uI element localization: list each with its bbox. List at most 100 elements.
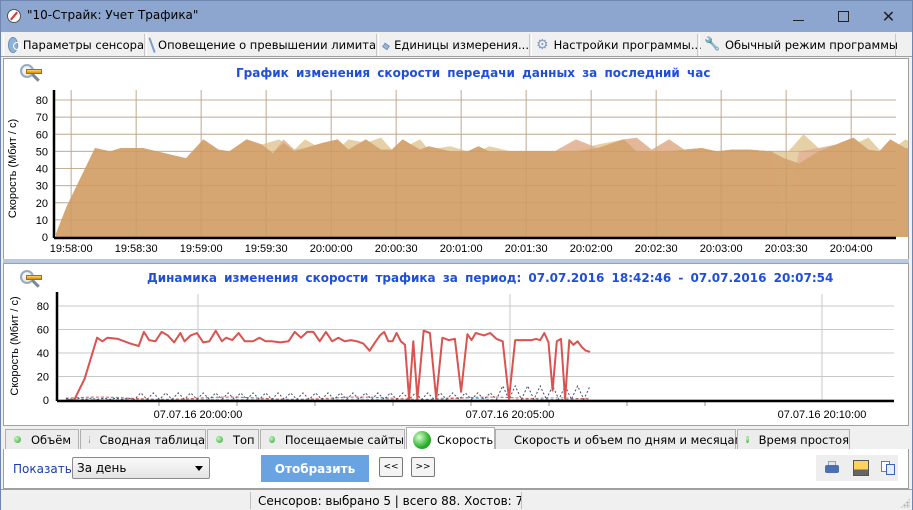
units-label: Единицы измерения... <box>394 38 529 52</box>
copy-icon[interactable] <box>880 460 896 476</box>
chevron-down-icon <box>195 466 203 471</box>
x-tick-label: 07.07.16 20:05:00 <box>466 409 555 421</box>
x-tick-label: 07.07.16 20:10:00 <box>778 409 867 421</box>
x-tick-label: 19:59:00 <box>180 243 223 255</box>
y-tick-label: 70 <box>36 112 48 124</box>
period-select[interactable]: За день <box>72 457 210 479</box>
title-bar: "10-Страйк: Учет Трафика" ✕ <box>1 1 912 32</box>
y-tick-label: 30 <box>36 181 48 193</box>
x-tick-label: 20:04:00 <box>830 243 873 255</box>
hourly-speed-chart: 0 10 20 30 40 50 60 70 80 19:58:00 19:58:30 19:59:0… <box>7 90 908 255</box>
units-button[interactable]: Единицы измерения... <box>378 34 530 56</box>
y-tick-label: 60 <box>36 129 48 141</box>
limit-alert-label: Оповещение о превышении лимита <box>158 38 376 52</box>
tab-downtime[interactable]: Время простоя <box>737 429 850 449</box>
y-tick-label: 40 <box>36 164 48 176</box>
save-icon[interactable] <box>853 460 869 476</box>
normal-mode-label: Обычный режим программы <box>725 38 898 52</box>
tab-top[interactable]: Топ <box>207 429 259 449</box>
close-icon: ✕ <box>881 6 896 26</box>
bell-icon <box>148 37 156 53</box>
status-dot-icon <box>413 430 431 449</box>
line-series-total-speed <box>65 329 591 401</box>
print-icon[interactable] <box>824 460 840 476</box>
limit-alert-button[interactable]: Оповещение о превышении лимита <box>146 34 377 56</box>
window-title: "10-Страйк: Учет Трафика" <box>27 8 199 22</box>
status-dot-icon <box>746 436 749 443</box>
status-dot-icon <box>14 436 21 443</box>
app-logo-icon <box>7 9 21 23</box>
program-settings-label: Настройки программы... <box>553 38 702 52</box>
x-tick-label: 20:03:30 <box>765 243 808 255</box>
tab-speed-volume-by-days-months[interactable]: Скорость и объем по дням и месяцам <box>495 429 743 449</box>
minimize-icon <box>793 19 804 21</box>
x-tick-label: 19:58:30 <box>115 243 158 255</box>
sensor-params-button[interactable]: Параметры сенсора <box>3 34 145 56</box>
ruler-icon <box>382 42 391 50</box>
prev-period-button[interactable]: << <box>379 457 403 477</box>
y-tick-label: 10 <box>36 215 48 227</box>
x-tick-label: 20:00:00 <box>310 243 353 255</box>
y-tick-label: 80 <box>36 95 48 107</box>
tab-label: Скорость <box>437 432 494 447</box>
status-text: Сенсоров: выбрано 5 | всего 88. Хостов: … <box>258 494 524 508</box>
status-separator <box>250 492 251 509</box>
maximize-button[interactable] <box>821 1 866 31</box>
next-period-button[interactable]: >> <box>411 457 435 477</box>
tab-label: Топ <box>233 432 255 447</box>
tools-icon: 🔧 <box>704 37 721 52</box>
x-tick-label: 20:00:30 <box>375 243 418 255</box>
tab-summary-table[interactable]: Сводная таблица <box>80 429 206 449</box>
resize-grip[interactable] <box>900 498 910 508</box>
view-tabs: Объём Сводная таблица Топ Посещаемые сай… <box>3 427 909 451</box>
y-tick-label: 20 <box>36 198 48 210</box>
y-tick-label: 80 <box>37 301 49 313</box>
app-window: "10-Страйк: Учет Трафика" ✕ Параметры се… <box>0 0 913 510</box>
maximize-icon <box>838 10 849 22</box>
x-tick-label: 07.07.16 20:00:00 <box>154 409 243 421</box>
x-tick-label: 20:03:00 <box>700 243 743 255</box>
minimize-button[interactable] <box>776 1 821 31</box>
tab-label: Сводная таблица <box>99 432 205 447</box>
y-axis-label: Скорость (Мбит / с) <box>9 296 21 395</box>
y-tick-label: 60 <box>37 325 49 337</box>
tab-label: Посещаемые сайты <box>284 432 404 447</box>
y-axis-label: Скорость (Мбит / с) <box>7 119 19 218</box>
y-tick-label: 0 <box>42 232 48 244</box>
display-button[interactable]: Отобразить <box>261 455 369 482</box>
tab-label: Объём <box>31 432 72 447</box>
normal-mode-button[interactable]: 🔧 Обычный режим программы <box>699 34 898 56</box>
y-tick-label: 0 <box>43 395 49 407</box>
tab-speed[interactable]: Скорость <box>406 427 495 451</box>
status-dot-icon <box>89 436 90 443</box>
period-speed-chart-panel: Динамика изменения скорости трафика за п… <box>3 263 909 426</box>
status-dot-icon <box>216 436 223 443</box>
show-label: Показать <box>13 462 72 476</box>
gears-icon: ⚙ <box>536 37 549 53</box>
export-tools <box>816 455 898 481</box>
toolbar: Параметры сенсора Оповещение о превышени… <box>1 32 912 57</box>
y-tick-label: 50 <box>36 146 48 158</box>
sensor-icon <box>8 37 21 53</box>
tab-volume[interactable]: Объём <box>5 429 79 449</box>
close-button[interactable]: ✕ <box>866 1 911 31</box>
sensor-params-label: Параметры сенсора <box>22 38 144 52</box>
x-tick-label: 19:59:30 <box>245 243 288 255</box>
period-select-value: За день <box>77 461 127 475</box>
x-tick-label: 19:58:00 <box>50 243 93 255</box>
program-settings-button[interactable]: ⚙ Настройки программы... <box>531 34 702 56</box>
x-tick-label: 20:02:30 <box>635 243 678 255</box>
tab-label: Время простоя <box>758 432 849 447</box>
status-bar: Сенсоров: выбрано 5 | всего 88. Хостов: … <box>1 489 912 510</box>
status-separator <box>521 492 522 509</box>
y-tick-label: 40 <box>37 348 49 360</box>
x-tick-label: 20:01:30 <box>505 243 548 255</box>
hourly-speed-chart-panel: График изменения скорости передачи данны… <box>3 58 909 261</box>
y-tick-label: 20 <box>37 372 49 384</box>
status-dot-icon <box>269 436 275 443</box>
controls-bar: Показать За день Отобразить << >> <box>3 449 909 489</box>
x-tick-label: 20:01:00 <box>440 243 483 255</box>
period-speed-chart: 0 20 40 60 80 07.07.16 20:00:00 07.07.16 20:05… <box>9 292 894 421</box>
tab-visited-sites[interactable]: Посещаемые сайты <box>260 429 405 449</box>
x-tick-label: 20:02:00 <box>570 243 613 255</box>
